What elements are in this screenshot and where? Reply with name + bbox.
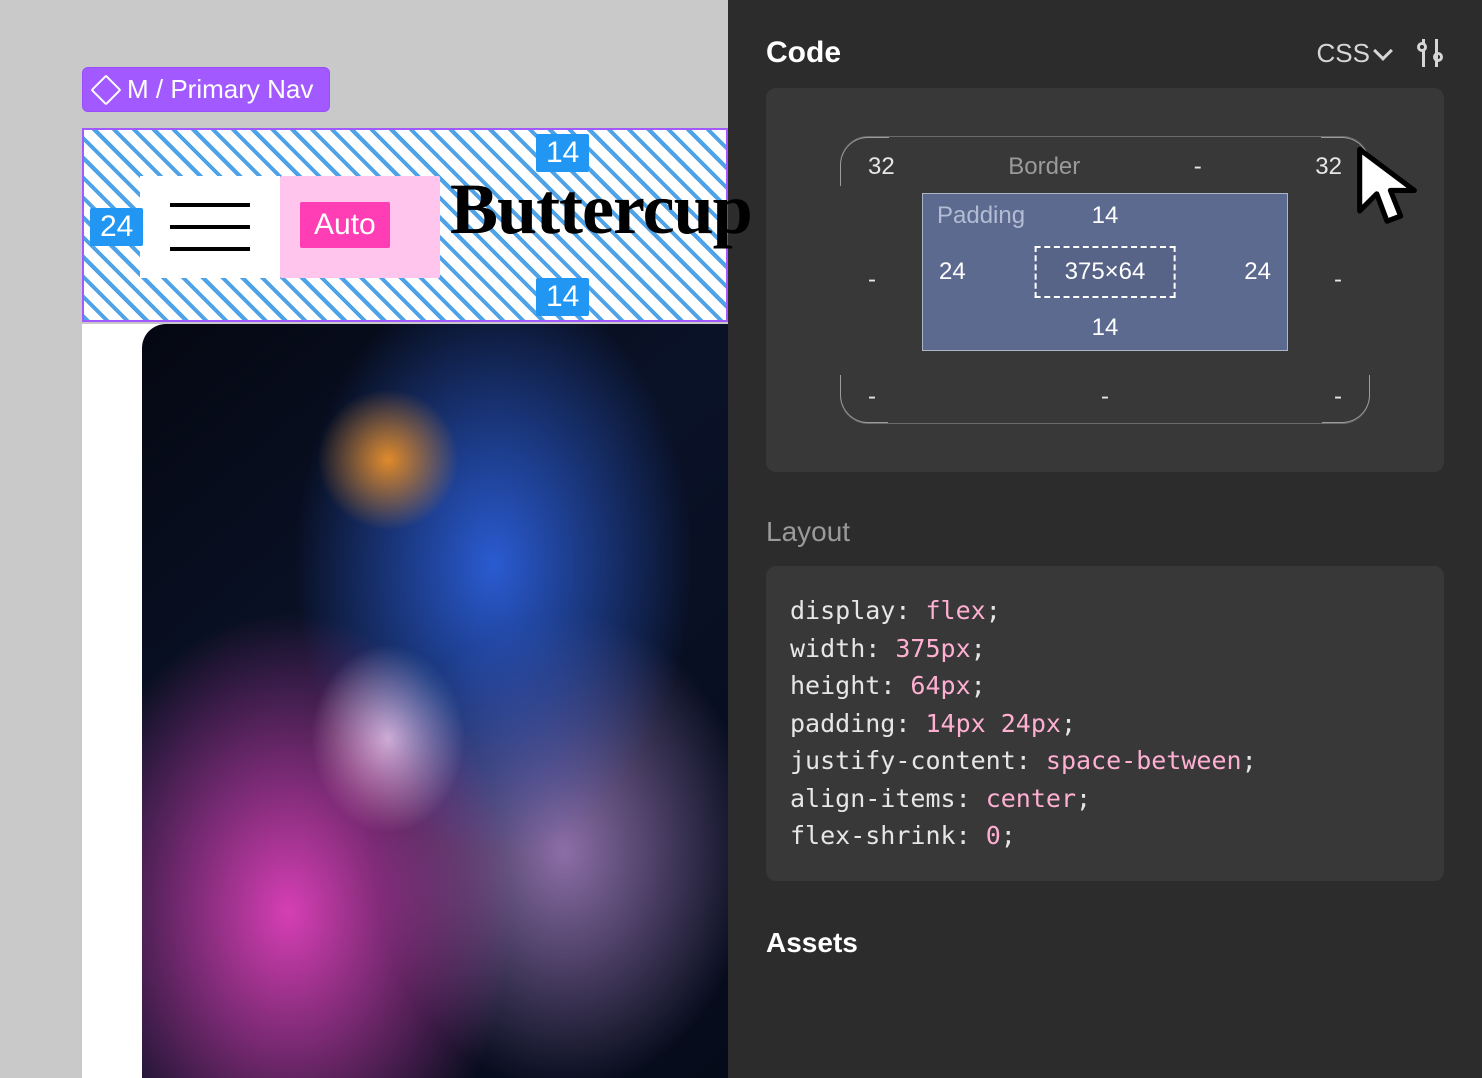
design-canvas[interactable]: M / Primary Nav Auto Buttercup 14 24 14 (0, 0, 728, 1078)
auto-gap-badge: Auto (300, 202, 390, 248)
padding-bottom-value: 14 (1092, 314, 1119, 342)
padding-right-value: 24 (1244, 258, 1271, 286)
border-top-right-value: 32 (1315, 153, 1342, 181)
chevron-down-icon (1373, 41, 1393, 61)
cursor-pointer-icon (1352, 146, 1422, 228)
css-code-block[interactable]: display: flex; width: 375px; height: 64p… (766, 566, 1444, 881)
padding-top-badge: 14 (536, 134, 589, 172)
padding-top-value: 14 (1092, 202, 1119, 230)
component-diamond-icon (90, 74, 121, 105)
code-section-title: Code (766, 36, 841, 70)
border-left-value: - (868, 266, 876, 294)
box-model-diagram[interactable]: 32 Border - 32 - - - - - Padding 14 14 2… (840, 136, 1370, 424)
border-label: Border (1008, 153, 1080, 181)
selected-nav-frame[interactable]: Auto Buttercup 14 24 14 (82, 128, 728, 322)
padding-bottom-badge: 14 (536, 278, 589, 316)
component-instance-label[interactable]: M / Primary Nav (82, 67, 330, 112)
inspector-panel: Code CSS 32 Border - 32 - - - - (728, 0, 1482, 1078)
border-top-left-value: 32 (868, 153, 895, 181)
box-model-card: 32 Border - 32 - - - - - Padding 14 14 2… (766, 88, 1444, 472)
code-language-select[interactable]: CSS (1317, 38, 1390, 69)
artboard-body[interactable] (82, 324, 728, 1078)
brand-title-text: Buttercup (450, 168, 752, 251)
code-panel-header: Code CSS (766, 36, 1444, 70)
padding-box[interactable]: Padding 14 14 24 24 375×64 (922, 193, 1288, 351)
border-top-center-value: - (1194, 153, 1202, 181)
padding-left-value: 24 (939, 258, 966, 286)
border-bottom-right-value: - (1334, 383, 1342, 411)
padding-left-badge: 24 (90, 208, 143, 246)
border-right-value: - (1334, 266, 1342, 294)
code-language-label: CSS (1317, 38, 1370, 69)
padding-label: Padding (937, 202, 1025, 230)
layout-section-title: Layout (766, 516, 1444, 548)
hero-flower-image (142, 324, 728, 1078)
component-name-text: M / Primary Nav (127, 74, 313, 105)
border-bottom-left-value: - (868, 383, 876, 411)
hamburger-menu-icon (140, 176, 280, 278)
content-dimensions: 375×64 (1035, 246, 1176, 298)
border-bottom-center-value: - (1101, 383, 1109, 411)
code-settings-icon[interactable] (1416, 39, 1444, 67)
assets-section-title: Assets (766, 927, 1444, 959)
